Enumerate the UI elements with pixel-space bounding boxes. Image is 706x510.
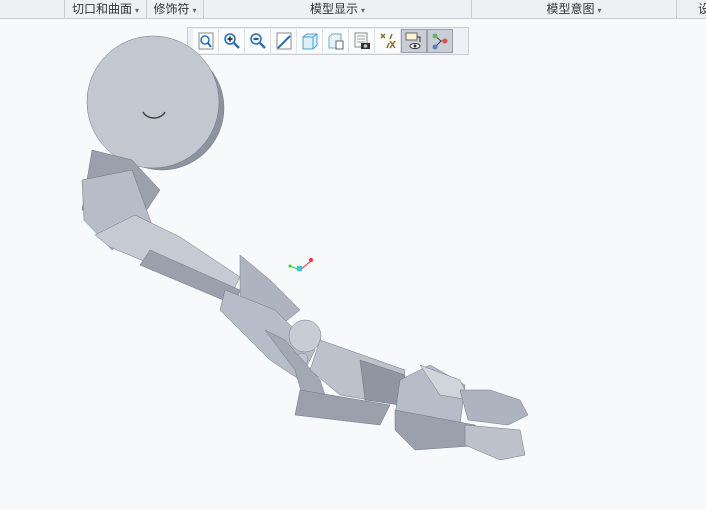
ribbon-group-model-intent[interactable]: 模型意图 ▾: [472, 0, 677, 18]
chevron-down-icon: ▾: [361, 6, 366, 15]
ribbon-group-model-display[interactable]: 模型显示 ▾: [204, 0, 472, 18]
coordinate-triad-icon: [288, 258, 313, 271]
robot-arm-model: [81, 35, 529, 461]
ribbon-group-cuts-surfaces[interactable]: 切口和曲面 ▾: [65, 0, 147, 18]
chevron-down-icon: ▾: [135, 6, 140, 15]
ribbon: 切口和曲面 ▾ 修饰符 ▾ 模型显示 ▾ 模型意图 ▾ 设: [0, 0, 706, 19]
chevron-down-icon: ▾: [192, 6, 197, 15]
ribbon-group-settings[interactable]: 设: [698, 0, 706, 18]
chevron-down-icon: ▾: [597, 6, 602, 15]
model-viewport[interactable]: [0, 19, 706, 510]
ribbon-group-modifiers[interactable]: 修饰符 ▾: [147, 0, 204, 18]
ribbon-group-prev[interactable]: [0, 0, 65, 18]
